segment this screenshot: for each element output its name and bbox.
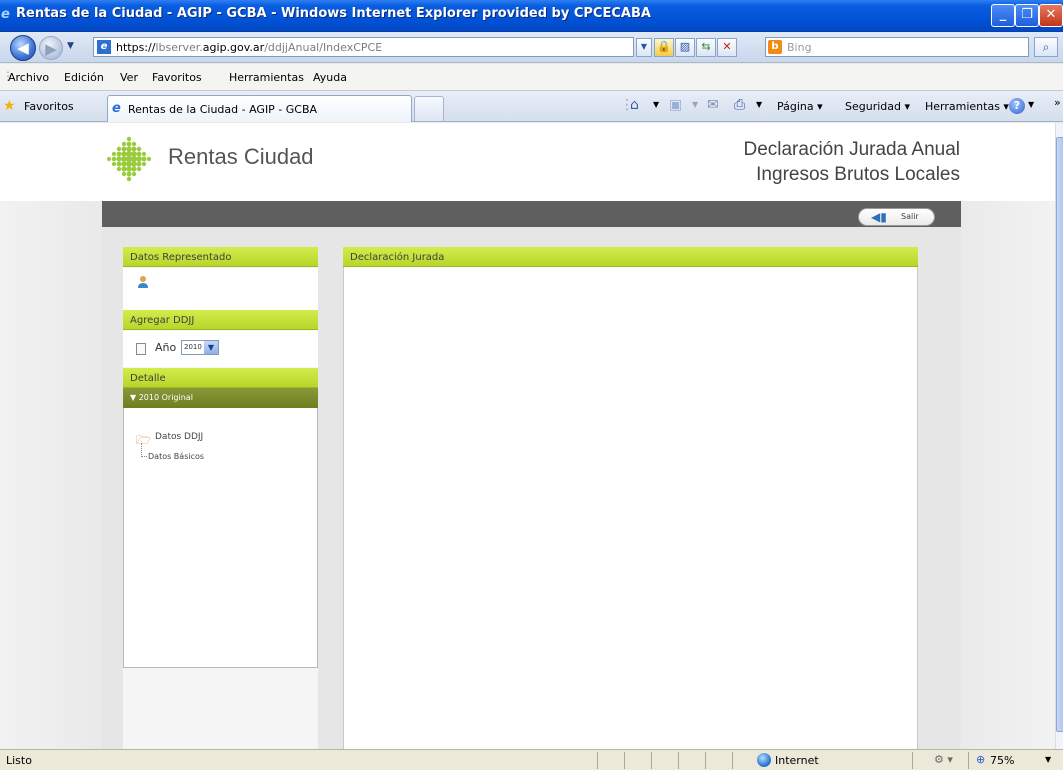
- menu-edicion[interactable]: Edición: [64, 71, 104, 84]
- address-url: https://lbserver.agip.gov.ar/ddjjAnual/I…: [116, 41, 383, 54]
- address-toolbar: ◀ ▶ ▼ e https://lbserver.agip.gov.ar/ddj…: [0, 32, 1063, 63]
- compatibility-view-icon[interactable]: ▨: [675, 38, 695, 57]
- anio-label: Año: [155, 341, 177, 354]
- page-header: Rentas Ciudad Declaración Jurada Anual I…: [0, 123, 1055, 201]
- favorites-star-icon[interactable]: ★: [3, 98, 16, 114]
- tab-ie-icon: e: [112, 101, 121, 116]
- page-menu[interactable]: Página ▾: [777, 100, 823, 113]
- back-button[interactable]: ◀: [10, 35, 36, 61]
- status-separator: [597, 752, 598, 769]
- search-input[interactable]: b Bing: [765, 37, 1029, 57]
- status-separator: [705, 752, 706, 769]
- page-icon: e: [97, 40, 111, 54]
- status-separator: [968, 752, 969, 769]
- new-tab-button[interactable]: [414, 96, 444, 121]
- window-title: Rentas de la Ciudad - AGIP - GCBA - Wind…: [16, 6, 651, 21]
- logout-label: Salir: [901, 212, 919, 221]
- panel-header-agregar: Agregar DDJJ: [123, 310, 318, 330]
- zoom-dropdown-icon[interactable]: ▼: [1045, 755, 1051, 764]
- status-bar: Listo Internet ⚙ ▾ ⊕ 75% ▼: [0, 749, 1063, 770]
- user-icon: [138, 276, 148, 288]
- expand-triangle-icon: ▼: [130, 393, 137, 402]
- search-placeholder: Bing: [787, 41, 812, 54]
- history-dropdown-icon[interactable]: ▼: [67, 41, 74, 51]
- internet-zone-icon: [757, 753, 771, 767]
- zone-label: Internet: [775, 754, 819, 767]
- status-separator: [624, 752, 625, 769]
- print-icon[interactable]: ⎙: [734, 97, 745, 113]
- print-dropdown-icon[interactable]: ▼: [756, 100, 762, 109]
- bing-icon: b: [768, 40, 782, 54]
- main-panel-header: Declaración Jurada: [343, 247, 918, 267]
- menu-favoritos[interactable]: Favoritos: [152, 71, 202, 84]
- stop-icon[interactable]: ✕: [717, 38, 737, 57]
- zoom-icon[interactable]: ⊕: [976, 753, 985, 766]
- status-separator: [678, 752, 679, 769]
- minimize-button[interactable]: _: [991, 4, 1015, 27]
- tab-active[interactable]: e Rentas de la Ciudad - AGIP - GCBA: [107, 95, 412, 122]
- status-text: Listo: [6, 754, 32, 767]
- logo-text: Rentas Ciudad: [168, 144, 314, 169]
- main-panel: [343, 247, 918, 749]
- menu-ver[interactable]: Ver: [120, 71, 138, 84]
- feeds-dropdown-icon: ▼: [692, 100, 699, 109]
- panel-header-representado: Datos Representado: [123, 247, 318, 267]
- toolbar-overflow-icon[interactable]: »: [1054, 96, 1061, 109]
- favorites-tab-bar: ★ Favoritos e Rentas de la Ciudad - AGIP…: [0, 91, 1063, 122]
- scrollbar-thumb[interactable]: [1056, 137, 1063, 732]
- tools-menu[interactable]: Herramientas ▾: [925, 100, 1009, 113]
- detalle-item-2010-original[interactable]: ▼ 2010 Original: [123, 388, 318, 408]
- home-dropdown-icon[interactable]: ▼: [653, 100, 659, 109]
- home-icon[interactable]: ⌂: [630, 97, 639, 113]
- menu-ayuda[interactable]: Ayuda: [313, 71, 347, 84]
- anio-selected-value: 2010: [184, 343, 202, 351]
- header-subtitle: Ingresos Brutos Locales: [756, 164, 960, 185]
- protected-mode-icon[interactable]: ⚙ ▾: [934, 753, 953, 766]
- restore-button[interactable]: ❐: [1015, 4, 1039, 27]
- panel-header-detalle: Detalle: [123, 368, 318, 388]
- tree-node-datos-basicos[interactable]: Datos Básicos: [148, 452, 204, 461]
- chevron-down-icon[interactable]: ▼: [204, 341, 218, 354]
- rentas-logo-icon: [107, 136, 152, 182]
- status-separator: [912, 752, 913, 769]
- lock-icon[interactable]: 🔒: [654, 38, 674, 57]
- refresh-icon[interactable]: ⇆: [696, 38, 716, 57]
- feeds-icon[interactable]: ▣: [669, 97, 682, 113]
- menu-herramientas[interactable]: Herramientas: [229, 71, 304, 84]
- anio-select[interactable]: 2010 ▼: [181, 340, 219, 355]
- close-button[interactable]: ✕: [1039, 4, 1063, 27]
- address-bar[interactable]: e https://lbserver.agip.gov.ar/ddjjAnual…: [93, 37, 634, 57]
- favorites-button[interactable]: Favoritos: [24, 100, 74, 113]
- menu-archivo[interactable]: Archivo: [8, 71, 49, 84]
- vertical-scrollbar[interactable]: [1055, 123, 1063, 749]
- status-separator: [732, 752, 733, 769]
- zoom-level[interactable]: 75%: [990, 754, 1014, 767]
- security-menu[interactable]: Seguridad ▾: [845, 100, 910, 113]
- page-viewport: Rentas Ciudad Declaración Jurada Anual I…: [0, 123, 1055, 749]
- header-title: Declaración Jurada Anual: [743, 139, 960, 160]
- tab-title: Rentas de la Ciudad - AGIP - GCBA: [128, 103, 318, 116]
- menu-bar: ⋮ Archivo Edición Ver Favoritos Herramie…: [0, 64, 1063, 91]
- window-titlebar[interactable]: e Rentas de la Ciudad - AGIP - GCBA - Wi…: [0, 0, 1063, 32]
- detalle-tree: [123, 408, 318, 668]
- logout-icon: ◀▮: [871, 210, 887, 224]
- top-nav-bar: [102, 201, 961, 227]
- document-icon: [136, 343, 146, 355]
- logout-button[interactable]: ◀▮ Salir: [858, 208, 935, 226]
- help-dropdown-icon[interactable]: ▼: [1028, 100, 1034, 109]
- panel-representado: [123, 268, 318, 310]
- ie-logo-icon: e: [1, 7, 10, 22]
- search-button[interactable]: ⌕: [1034, 37, 1058, 57]
- status-separator: [651, 752, 652, 769]
- read-mail-icon[interactable]: ✉: [707, 97, 719, 113]
- help-icon[interactable]: ?: [1009, 98, 1025, 114]
- address-dropdown-icon[interactable]: ▼: [636, 38, 652, 57]
- tree-connector: [141, 443, 147, 457]
- forward-button[interactable]: ▶: [39, 36, 63, 60]
- tree-node-datos-ddjj[interactable]: Datos DDJJ: [155, 432, 203, 442]
- panel-agregar-ddjj: [123, 331, 318, 367]
- detalle-item-label: 2010 Original: [138, 393, 193, 402]
